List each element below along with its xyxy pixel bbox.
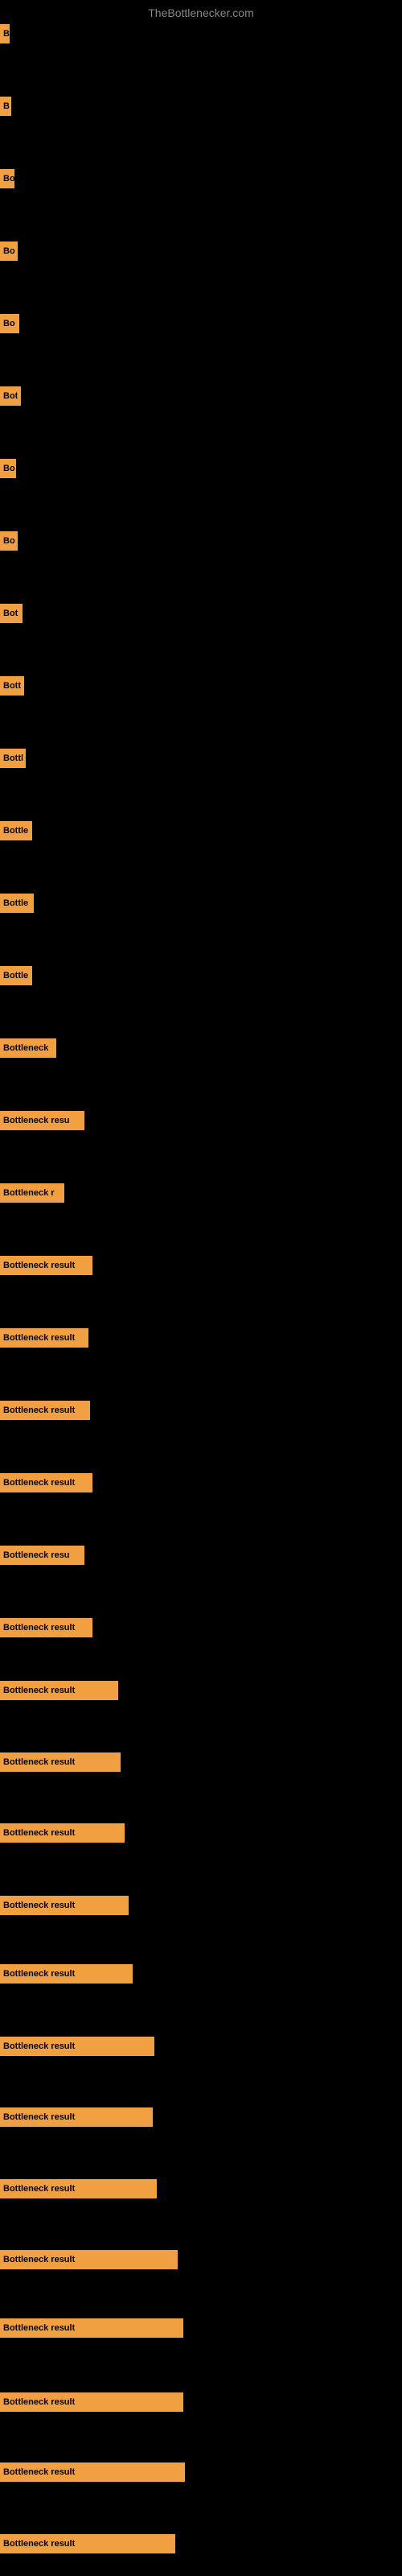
bar-label: Bottleneck result: [0, 1473, 92, 1492]
bar-row: Bottleneck result: [0, 1896, 402, 1915]
bar-row: Bottle: [0, 821, 402, 840]
bar-label: Bo: [0, 242, 18, 261]
bar-row: B: [0, 24, 402, 43]
bar-label: Bottle: [0, 821, 32, 840]
bar-row: Bottleneck result: [0, 1823, 402, 1843]
bar-label: Bott: [0, 676, 24, 696]
bar-label: Bottleneck result: [0, 2037, 154, 2056]
bar-row: Bottleneck result: [0, 1681, 402, 1700]
bar-row: Bottleneck result: [0, 2250, 402, 2269]
bar-label: Bottleneck result: [0, 1964, 133, 1984]
bar-label: Bo: [0, 169, 14, 188]
bar-label: Bottleneck result: [0, 2107, 153, 2127]
bar-row: Bottleneck result: [0, 1328, 402, 1348]
bar-row: Bottleneck result: [0, 2462, 402, 2482]
bar-label: Bottleneck result: [0, 2179, 157, 2198]
bar-label: B: [0, 24, 10, 43]
bar-row: Bottleneck result: [0, 1256, 402, 1275]
bar-row: Bottleneck result: [0, 1473, 402, 1492]
bar-row: Bottleneck resu: [0, 1111, 402, 1130]
bar-label: Bottleneck resu: [0, 1546, 84, 1565]
bar-row: B: [0, 97, 402, 116]
bar-label: Bottleneck resu: [0, 1111, 84, 1130]
bar-label: Bot: [0, 386, 21, 406]
bar-row: Bottleneck result: [0, 2534, 402, 2553]
bar-row: Bottleneck result: [0, 2037, 402, 2056]
bar-row: Bott: [0, 676, 402, 696]
bar-row: Bottleneck resu: [0, 1546, 402, 1565]
bar-row: Bottleneck: [0, 1038, 402, 1058]
bar-row: Bottleneck r: [0, 1183, 402, 1203]
bar-row: Bo: [0, 459, 402, 478]
bar-label: Bottleneck result: [0, 2392, 183, 2412]
bar-label: Bottl: [0, 749, 26, 768]
bar-label: Bottleneck result: [0, 1823, 125, 1843]
bar-label: Bot: [0, 604, 23, 623]
bar-row: Bot: [0, 604, 402, 623]
bar-row: Bottle: [0, 894, 402, 913]
bar-row: Bo: [0, 314, 402, 333]
bar-row: Bottleneck result: [0, 1401, 402, 1420]
bar-label: Bottleneck result: [0, 1896, 129, 1915]
bar-label: Bottleneck result: [0, 1401, 90, 1420]
bar-row: Bottleneck result: [0, 2179, 402, 2198]
bar-label: Bottleneck result: [0, 1681, 118, 1700]
bar-label: Bottleneck result: [0, 2534, 175, 2553]
bar-row: Bo: [0, 169, 402, 188]
bar-row: Bo: [0, 242, 402, 261]
bar-row: Bottleneck result: [0, 2392, 402, 2412]
bar-row: Bottle: [0, 966, 402, 985]
bar-label: Bottleneck result: [0, 2462, 185, 2482]
bar-row: Bo: [0, 531, 402, 551]
bar-row: Bottl: [0, 749, 402, 768]
bar-label: Bo: [0, 531, 18, 551]
bar-label: Bottle: [0, 966, 32, 985]
bar-row: Bottleneck result: [0, 1964, 402, 1984]
bar-label: Bottleneck result: [0, 2250, 178, 2269]
bar-label: Bottleneck: [0, 1038, 56, 1058]
bar-label: Bottleneck result: [0, 1618, 92, 1637]
bar-row: Bottleneck result: [0, 2107, 402, 2127]
bar-label: Bottleneck result: [0, 1328, 88, 1348]
bar-row: Bottleneck result: [0, 1618, 402, 1637]
bar-label: B: [0, 97, 11, 116]
bar-label: Bottle: [0, 894, 34, 913]
site-title: TheBottlenecker.com: [0, 0, 402, 23]
bar-label: Bo: [0, 314, 19, 333]
bar-label: Bottleneck result: [0, 1752, 121, 1772]
bar-row: Bottleneck result: [0, 1752, 402, 1772]
bar-label: Bottleneck result: [0, 1256, 92, 1275]
bar-row: Bottleneck result: [0, 2318, 402, 2338]
bar-label: Bo: [0, 459, 16, 478]
bar-label: Bottleneck result: [0, 2318, 183, 2338]
bar-label: Bottleneck r: [0, 1183, 64, 1203]
bar-row: Bot: [0, 386, 402, 406]
